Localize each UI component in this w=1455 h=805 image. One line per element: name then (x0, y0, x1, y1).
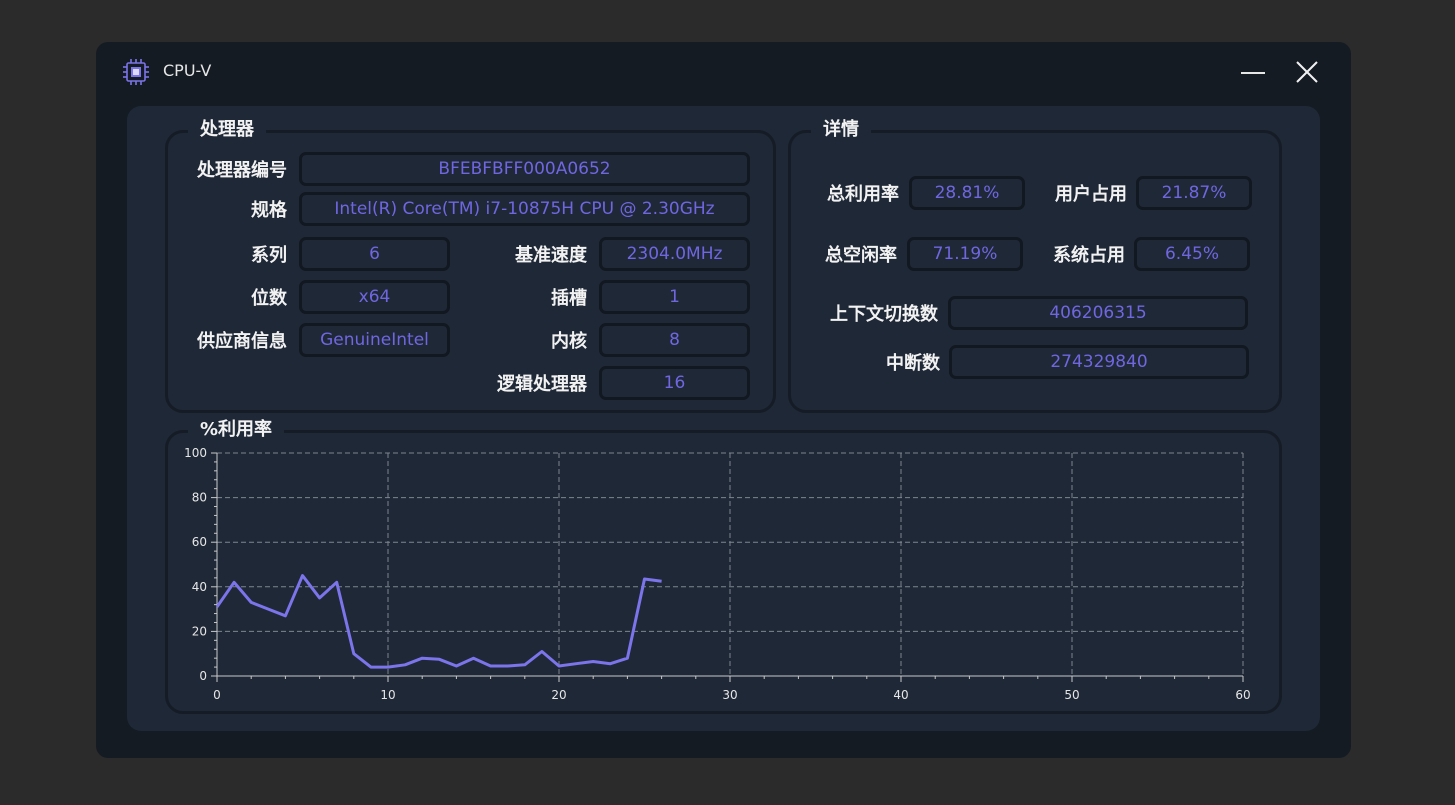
details-group-title: 详情 (811, 119, 871, 141)
spec-label: 规格 (251, 200, 287, 221)
x-tick-label: 20 (551, 688, 566, 702)
logical-processors-label: 逻辑处理器 (497, 374, 587, 395)
close-button[interactable] (1290, 56, 1324, 88)
total-idle-value: 71.19% (907, 237, 1023, 271)
vendor-value: GenuineIntel (299, 323, 450, 357)
y-tick-label: 20 (192, 624, 207, 638)
app-title: CPU-V (163, 61, 212, 80)
x-tick-label: 30 (722, 688, 737, 702)
total-usage-label: 总利用率 (827, 184, 899, 205)
y-tick-label: 80 (192, 491, 207, 505)
context-switches-value: 406206315 (948, 296, 1248, 330)
minimize-button[interactable] (1236, 56, 1270, 88)
spec-value: Intel(R) Core(TM) i7-10875H CPU @ 2.30GH… (299, 192, 750, 226)
interrupts-label: 中断数 (886, 353, 940, 374)
x-tick-label: 0 (213, 688, 221, 702)
x-tick-label: 10 (380, 688, 395, 702)
family-value: 6 (299, 237, 450, 271)
user-usage-label: 用户占用 (1055, 184, 1127, 205)
x-tick-label: 60 (1235, 688, 1250, 702)
main-content: 处理器 处理器编号 BFEBFBFF000A0652 规格 Intel(R) C… (127, 106, 1320, 731)
socket-value: 1 (599, 280, 750, 314)
y-tick-label: 40 (192, 580, 207, 594)
total-usage-value: 28.81% (909, 176, 1025, 210)
interrupts-value: 274329840 (949, 345, 1249, 379)
x-tick-label: 40 (893, 688, 908, 702)
cores-label: 内核 (551, 331, 587, 352)
cores-value: 8 (599, 323, 750, 357)
y-tick-label: 0 (199, 669, 207, 683)
total-idle-label: 总空闲率 (825, 245, 897, 266)
usage-chart-group: %利用率 0 20 40 60 80 100 0 10 20 30 40 50 60 (165, 419, 1282, 714)
user-usage-value: 21.87% (1136, 176, 1252, 210)
y-tick-label: 100 (184, 446, 207, 460)
usage-series-line (215, 574, 662, 669)
cpu-chip-icon (123, 59, 149, 85)
system-usage-value: 6.45% (1134, 237, 1250, 271)
bits-label: 位数 (251, 288, 287, 309)
close-icon (1296, 61, 1318, 83)
usage-line-chart: 0 20 40 60 80 100 0 10 20 30 40 50 60 (184, 446, 1251, 702)
vendor-label: 供应商信息 (197, 331, 287, 352)
title-bar[interactable]: CPU-V (96, 42, 1351, 102)
context-switches-label: 上下文切换数 (830, 304, 938, 325)
base-speed-value: 2304.0MHz (599, 237, 750, 271)
processor-group-title: 处理器 (188, 119, 266, 141)
details-group: 详情 总利用率 28.81% 用户占用 21.87% 总空闲率 71.19% 系… (788, 119, 1282, 413)
processor-group: 处理器 处理器编号 BFEBFBFF000A0652 规格 Intel(R) C… (165, 119, 776, 413)
processor-id-value: BFEBFBFF000A0652 (299, 152, 750, 186)
y-tick-label: 60 (192, 535, 207, 549)
processor-id-label: 处理器编号 (197, 160, 287, 181)
bits-value: x64 (299, 280, 450, 314)
x-tick-label: 50 (1064, 688, 1079, 702)
app-window: CPU-V 处理器 处理器编号 BFEBFBFF000A0652 规格 Inte… (96, 42, 1351, 758)
family-label: 系列 (251, 245, 287, 266)
logical-processors-value: 16 (599, 366, 750, 400)
system-usage-label: 系统占用 (1053, 245, 1125, 266)
base-speed-label: 基准速度 (515, 245, 587, 266)
socket-label: 插槽 (551, 288, 587, 309)
